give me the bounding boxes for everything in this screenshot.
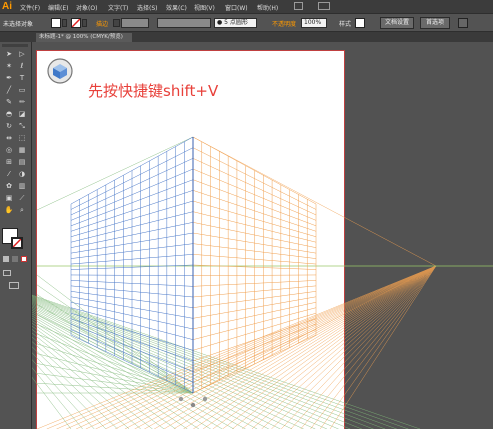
line-icon[interactable]: ╱ <box>4 86 14 95</box>
free-transform-icon[interactable]: ⬚ <box>17 134 27 143</box>
floor-left-rung <box>36 353 194 394</box>
grid-handle-right[interactable] <box>202 396 208 402</box>
grid-handle-left[interactable] <box>178 396 184 402</box>
instruction-text: 先按快捷键shift+V <box>88 82 219 100</box>
zoom-icon[interactable]: ⌕ <box>17 206 27 215</box>
rectangle-icon[interactable]: ▭ <box>17 86 27 95</box>
artboard-icon[interactable]: ▣ <box>4 194 14 203</box>
left-perspective-edge <box>36 136 194 211</box>
plane-switching-widget[interactable] <box>47 58 73 84</box>
right-plane-hline <box>192 274 317 276</box>
right-perspective-edge <box>192 136 437 267</box>
floor-left-rung <box>36 314 194 394</box>
color-mode-icon[interactable] <box>3 256 9 262</box>
floor-right-ray <box>280 265 437 429</box>
slice-icon[interactable]: ⟋ <box>17 194 27 203</box>
panel-grip[interactable] <box>2 44 28 47</box>
stroke-color-swatch[interactable] <box>11 237 23 249</box>
lasso-icon[interactable]: ℓ <box>17 62 27 71</box>
scale-icon[interactable]: ⤡ <box>17 122 27 131</box>
none-mode-icon[interactable] <box>21 256 27 262</box>
floor-right-ray <box>251 265 437 429</box>
floor-right-ray <box>134 265 437 429</box>
floor-right-ray <box>300 265 437 429</box>
tools-panel: ➤ ▷ ✶ ℓ ✒ T ╱ ▭ ✎ ✏ ◓ ◪ ↻ ⤡ ⇹ ⬚ ◎ ▦ ⊞ ▤ ⁄ ◑ ✿ ▥ ▣ ⟋ ✋ ⌕ <box>0 42 32 429</box>
pen-icon[interactable]: ✒ <box>4 74 14 83</box>
floor-right-ray <box>173 265 437 429</box>
blend-icon[interactable]: ◑ <box>17 170 27 179</box>
floor-right-ray <box>271 265 437 429</box>
draw-mode-icon[interactable] <box>3 270 11 276</box>
floor-right-ray <box>115 265 437 429</box>
selection-icon[interactable]: ➤ <box>4 50 14 59</box>
column-graph-icon[interactable]: ▥ <box>17 182 27 191</box>
perspective-grid[interactable] <box>0 0 493 429</box>
none-icon <box>12 238 22 248</box>
right-perspective-edge <box>192 265 437 394</box>
left-plane-hline <box>70 274 194 276</box>
mesh-icon[interactable]: ⊞ <box>4 158 14 167</box>
floor-right-ray <box>46 265 437 429</box>
rotate-icon[interactable]: ↻ <box>4 122 14 131</box>
floor-plane-right <box>36 136 437 429</box>
floor-left-ray <box>0 296 223 429</box>
grid-origin-handle[interactable] <box>190 402 196 408</box>
floor-left-ray <box>0 283 421 429</box>
floor-right-ray <box>154 265 437 429</box>
floor-left-ray <box>0 295 234 429</box>
eyedropper-icon[interactable]: ⁄ <box>4 170 14 179</box>
floor-right-ray <box>193 265 437 429</box>
left-plane <box>70 136 194 394</box>
perspective-grid-icon[interactable]: ▦ <box>17 146 27 155</box>
type-icon[interactable]: T <box>17 74 27 83</box>
gradient-mode-icon[interactable] <box>12 256 18 262</box>
pencil-icon[interactable]: ✏ <box>17 98 27 107</box>
shape-builder-icon[interactable]: ◎ <box>4 146 14 155</box>
gradient-icon[interactable]: ▤ <box>17 158 27 167</box>
direct-selection-icon[interactable]: ▷ <box>17 50 27 59</box>
screen-mode-icon[interactable] <box>9 282 19 289</box>
hand-icon[interactable]: ✋ <box>4 206 14 215</box>
width-icon[interactable]: ⇹ <box>4 134 14 143</box>
floor-left-ray <box>0 284 397 429</box>
floor-right-ray <box>85 265 437 429</box>
floor-left-ray <box>0 292 269 429</box>
blob-brush-icon[interactable]: ◓ <box>4 110 14 119</box>
floor-left-rung <box>36 333 194 394</box>
magic-wand-icon[interactable]: ✶ <box>4 62 14 71</box>
right-plane <box>192 136 317 394</box>
eraser-icon[interactable]: ◪ <box>17 110 27 119</box>
floor-right-ray <box>290 265 437 429</box>
floor-left-ray <box>0 284 409 429</box>
symbol-sprayer-icon[interactable]: ✿ <box>4 182 14 191</box>
paintbrush-icon[interactable]: ✎ <box>4 98 14 107</box>
floor-left-ray <box>0 290 293 429</box>
